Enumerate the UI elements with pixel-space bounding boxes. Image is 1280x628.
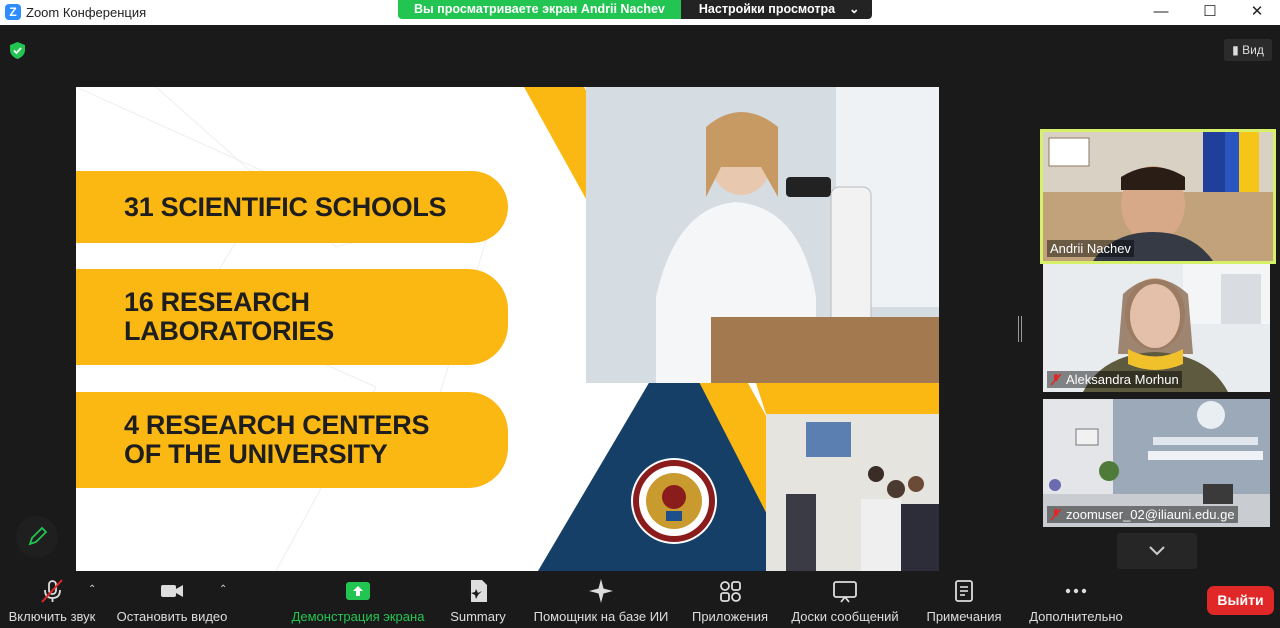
viewing-screen-notice: Вы просматриваете экран Andrii Nachev (398, 0, 681, 19)
notes-button[interactable]: Примечания (918, 574, 1010, 628)
notes-icon (955, 580, 973, 602)
panel-resize-handle[interactable] (1018, 316, 1022, 342)
notes-label: Примечания (926, 609, 1002, 624)
participant-name-label: Aleksandra Morhun (1047, 371, 1182, 388)
slide-item-research-centers: 4 RESEARCH CENTERS OF THE UNIVERSITY (76, 392, 508, 488)
microscope-scene-image (586, 87, 939, 383)
whiteboard-icon (833, 581, 857, 603)
security-shield-icon[interactable] (10, 42, 25, 59)
screen-share-banner: Вы просматриваете экран Andrii Nachev На… (398, 0, 872, 19)
ai-assistant-label: Помощник на базе ИИ (533, 609, 669, 624)
stop-video-button[interactable]: Остановить видео (110, 574, 234, 628)
ai-sparkle-icon (589, 579, 613, 603)
participant-name: Aleksandra Morhun (1066, 372, 1179, 387)
audience-scene-image (766, 414, 939, 571)
maximize-button[interactable]: ☐ (1187, 0, 1233, 25)
minimize-button[interactable]: — (1138, 0, 1184, 25)
participant-name-label: Andrii Nachev (1047, 240, 1134, 257)
view-settings-label: Настройки просмотра (698, 2, 836, 16)
slide-item-text: 16 RESEARCH LABORATORIES (124, 287, 334, 346)
more-dots-icon (1065, 588, 1087, 594)
university-emblem-icon (631, 458, 717, 544)
layout-icon: ▮ (1232, 43, 1239, 57)
view-button[interactable]: ▮ Вид (1224, 39, 1272, 61)
summary-document-icon (471, 580, 487, 602)
gallery-scroll-down-button[interactable] (1117, 533, 1197, 569)
more-button[interactable]: Дополнительно (1020, 574, 1132, 628)
chevron-down-icon (1149, 546, 1165, 556)
whiteboards-button[interactable]: Доски сообщений (784, 574, 906, 628)
window-title: Zoom Конференция (26, 5, 147, 20)
participant-tile-zoomuser-02[interactable]: zoomuser_02@iliauni.edu.ge (1043, 399, 1270, 527)
shared-screen-slide: 31 SCIENTIFIC SCHOOLS 16 RESEARCH LABORA… (76, 87, 939, 571)
summary-label: Summary (450, 609, 506, 624)
summary-button[interactable]: Summary (440, 574, 516, 628)
pencil-icon (28, 526, 48, 546)
share-screen-icon (346, 582, 370, 600)
unmute-button[interactable]: Включить звук (0, 574, 104, 628)
meeting-toolbar: Включить звук ⌃ Остановить видео ⌃ Демон… (0, 574, 1280, 628)
close-button[interactable]: ✕ (1234, 0, 1280, 25)
ai-assistant-button[interactable]: Помощник на базе ИИ (526, 574, 676, 628)
participant-name-label: zoomuser_02@iliauni.edu.ge (1047, 506, 1238, 523)
lab-photo (586, 87, 939, 383)
participant-tile-andrii-nachev[interactable]: Andrii Nachev (1040, 129, 1276, 264)
leave-meeting-button[interactable]: Выйти (1207, 586, 1274, 615)
microphone-muted-icon (1050, 508, 1062, 521)
apps-button[interactable]: Приложения (686, 574, 774, 628)
apps-icon (720, 581, 741, 602)
slide-item-text: 4 RESEARCH CENTERS OF THE UNIVERSITY (124, 410, 430, 469)
chevron-down-icon: ⌄ (849, 2, 860, 16)
zoom-logo-icon: Z (5, 4, 21, 20)
slide-item-research-laboratories: 16 RESEARCH LABORATORIES (76, 269, 508, 365)
lecture-hall-photo (766, 414, 939, 571)
view-settings-dropdown[interactable]: Настройки просмотра ⌄ (680, 0, 872, 19)
unmute-label: Включить звук (8, 609, 96, 624)
more-label: Дополнительно (1029, 609, 1123, 624)
slide-item-scientific-schools: 31 SCIENTIFIC SCHOOLS (76, 171, 508, 243)
microphone-muted-icon (41, 579, 63, 603)
annotate-button[interactable] (16, 516, 58, 558)
microphone-muted-icon (1050, 373, 1062, 386)
participant-tile-aleksandra-morhun[interactable]: Aleksandra Morhun (1043, 264, 1270, 392)
share-screen-label: Демонстрация экрана (291, 609, 425, 624)
audio-options-caret-icon[interactable]: ⌃ (88, 584, 96, 595)
video-camera-icon (161, 585, 183, 597)
share-screen-button[interactable]: Демонстрация экрана (284, 574, 432, 628)
whiteboards-label: Доски сообщений (791, 609, 899, 624)
participant-name: zoomuser_02@iliauni.edu.ge (1066, 507, 1235, 522)
view-label: Вид (1242, 43, 1264, 57)
yellow-divider (756, 383, 939, 414)
participant-name: Andrii Nachev (1050, 241, 1131, 256)
apps-label: Приложения (691, 609, 769, 624)
video-options-caret-icon[interactable]: ⌃ (219, 584, 227, 595)
stop-video-label: Остановить видео (116, 609, 228, 624)
slide-item-text: 31 SCIENTIFIC SCHOOLS (124, 191, 447, 222)
